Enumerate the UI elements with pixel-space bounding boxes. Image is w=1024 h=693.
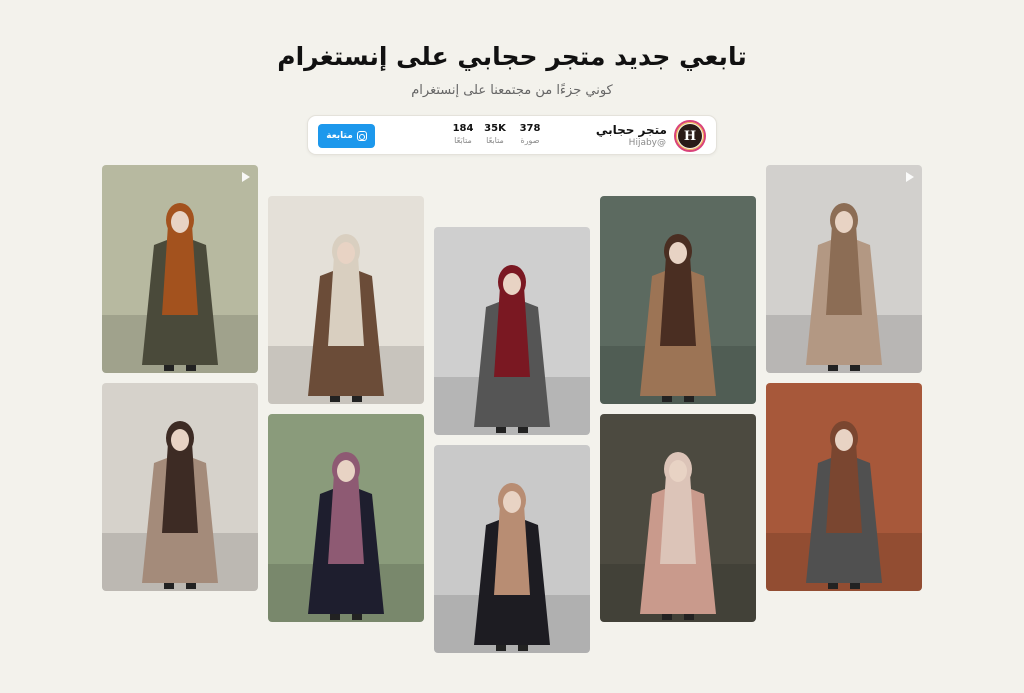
- instagram-profile-card: H متجر حجابي Hijaby@ 378 صورة 35K متابعً…: [307, 115, 717, 155]
- stat-following: 184 متابَعًا: [443, 123, 483, 145]
- profile-handle: Hijaby@: [628, 138, 666, 148]
- model-figure: [434, 265, 590, 435]
- model-figure: [434, 483, 590, 653]
- stat-following-label: متابَعًا: [454, 136, 472, 145]
- post-black-abaya-winter-gate[interactable]: [434, 445, 590, 653]
- follow-button[interactable]: متابعة: [318, 124, 375, 148]
- page-subtitle: كوني جزءًا من مجتمعنا على إنستغرام: [411, 83, 613, 98]
- post-olive-cardigan-mirror-selfie[interactable]: [102, 165, 258, 373]
- post-beige-cape-flowers[interactable]: [766, 165, 922, 373]
- video-play-icon: [906, 172, 914, 182]
- profile-name[interactable]: متجر حجابي: [596, 123, 667, 137]
- post-navy-dress-green-door[interactable]: [268, 414, 424, 622]
- post-taupe-abaya-interior[interactable]: [102, 383, 258, 591]
- post-brown-abaya-sunroom[interactable]: [268, 196, 424, 404]
- model-figure: [600, 452, 756, 622]
- post-camel-coat-cafe[interactable]: [600, 196, 756, 404]
- model-figure: [600, 234, 756, 404]
- model-figure: [766, 421, 922, 591]
- avatar-letter: H: [678, 124, 702, 148]
- follow-button-label: متابعة: [326, 131, 353, 141]
- stat-posts-label: صورة: [520, 136, 540, 145]
- stat-posts-value: 378: [519, 123, 541, 134]
- stat-posts: 378 صورة: [510, 123, 550, 145]
- post-red-scarf-grey-coat[interactable]: [434, 227, 590, 435]
- model-figure: [102, 421, 258, 591]
- model-figure: [268, 452, 424, 622]
- model-figure: [766, 203, 922, 373]
- model-figure: [102, 203, 258, 373]
- instagram-icon: [356, 131, 367, 141]
- avatar[interactable]: H: [674, 120, 706, 152]
- page-title: تابعي جديد متجر حجابي على إنستغرام: [277, 42, 747, 71]
- video-play-icon: [242, 172, 250, 182]
- stat-following-value: 184: [452, 123, 474, 134]
- post-grey-coat-autumn-garden[interactable]: [766, 383, 922, 591]
- model-figure: [268, 234, 424, 404]
- post-pink-dress-hydrangeas[interactable]: [600, 414, 756, 622]
